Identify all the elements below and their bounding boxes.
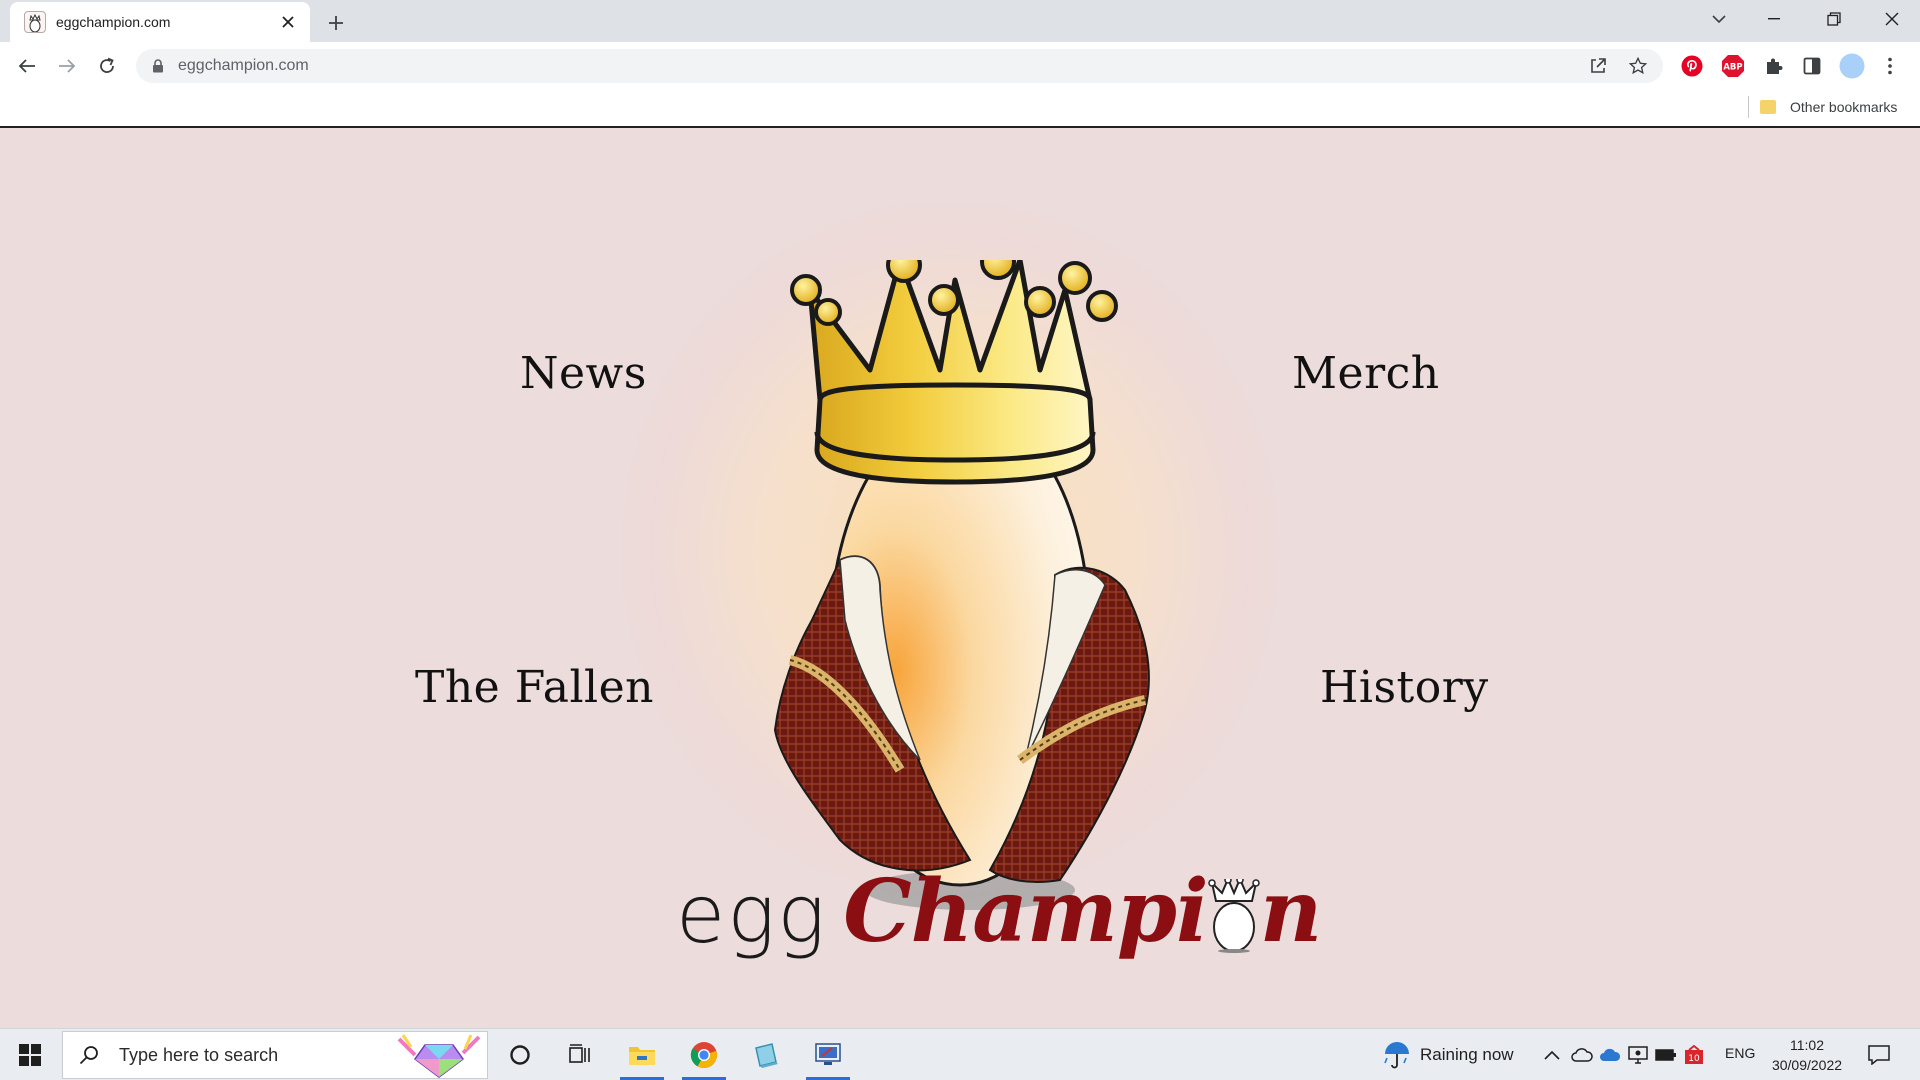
reload-icon[interactable]: [90, 49, 124, 83]
nav-link-merch[interactable]: Merch: [1292, 348, 1440, 399]
clock-time: 11:02: [1790, 1037, 1824, 1053]
display-settings-icon[interactable]: [1626, 1043, 1650, 1067]
brand-egg-text: egg: [676, 868, 828, 961]
egg-champion-page: News Merch The Fallen History egg Champi…: [0, 130, 1920, 1028]
chevron-up-icon[interactable]: [1540, 1043, 1564, 1067]
taskbar-clock[interactable]: 11:02 30/09/2022: [1770, 1035, 1844, 1075]
brand-champion-text: Champi n: [843, 869, 1322, 955]
back-arrow-icon[interactable]: [10, 49, 44, 83]
close-window-icon[interactable]: [1870, 0, 1914, 38]
action-center-icon[interactable]: [1864, 1041, 1894, 1069]
notification-badge-icon[interactable]: 10: [1682, 1043, 1706, 1067]
other-bookmarks-label: Other bookmarks: [1790, 99, 1898, 115]
taskbar-search-box[interactable]: Type here to search: [62, 1031, 488, 1079]
badge-count: 10: [1688, 1054, 1700, 1064]
cortana-circle-icon[interactable]: [492, 1033, 548, 1077]
lock-icon[interactable]: [150, 58, 166, 74]
app-window-icon[interactable]: [738, 1033, 794, 1077]
browser-toolbar: eggchampion.com ABP: [0, 42, 1920, 88]
language-indicator[interactable]: ENG: [1725, 1045, 1755, 1061]
pinterest-icon[interactable]: [1678, 52, 1706, 80]
bookmark-star-icon[interactable]: [1623, 51, 1653, 81]
brand-wordmark: egg Champi n: [676, 845, 1322, 961]
address-bar[interactable]: eggchampion.com: [136, 49, 1663, 83]
tab-strip: eggchampion.com: [0, 0, 1920, 42]
bookmarks-bar: Other bookmarks: [0, 88, 1920, 128]
file-explorer-icon[interactable]: [614, 1033, 670, 1080]
egg-favicon-icon: [24, 11, 46, 33]
minimize-icon[interactable]: [1752, 0, 1796, 38]
windows-taskbar: Type here to search Raining now 10 ENG 1…: [0, 1028, 1920, 1080]
cloud-outline-icon[interactable]: [1570, 1043, 1594, 1067]
url-text[interactable]: eggchampion.com: [178, 57, 1583, 75]
puzzle-extensions-icon[interactable]: [1760, 52, 1788, 80]
weather-widget[interactable]: Raining now: [1382, 1037, 1514, 1073]
tab-title: eggchampion.com: [56, 14, 171, 30]
bookmarks-divider: [1748, 96, 1749, 118]
crowned-egg-o-icon: [1207, 879, 1260, 953]
other-bookmarks-button[interactable]: Other bookmarks: [1760, 94, 1897, 120]
crowned-egg-mascot: [773, 260, 1150, 910]
new-tab-icon[interactable]: [322, 9, 350, 37]
clock-date: 30/09/2022: [1771, 1057, 1843, 1073]
brand-champ-after: n: [1259, 861, 1323, 962]
nav-link-news[interactable]: News: [520, 348, 647, 399]
nav-link-the-fallen[interactable]: The Fallen: [415, 662, 654, 713]
share-icon[interactable]: [1583, 51, 1613, 81]
weather-text: Raining now: [1420, 1045, 1514, 1064]
umbrella-rain-icon: [1384, 1042, 1409, 1069]
kebab-menu-icon[interactable]: [1880, 52, 1900, 80]
tab-search-chevron-icon[interactable]: [1697, 0, 1741, 38]
windows-start-icon[interactable]: [8, 1037, 52, 1073]
brand-champ-before: Champi: [843, 861, 1208, 962]
chrome-icon[interactable]: [676, 1033, 732, 1080]
tab-close-icon[interactable]: [278, 12, 298, 32]
adblock-icon[interactable]: ABP: [1719, 52, 1747, 80]
remote-desktop-icon[interactable]: [800, 1033, 856, 1080]
tab-eggchampion[interactable]: eggchampion.com: [10, 2, 310, 42]
search-placeholder: Type here to search: [119, 1044, 279, 1065]
folder-icon: [1760, 100, 1776, 114]
adblock-label: ABP: [1723, 63, 1742, 73]
side-panel-icon[interactable]: [1798, 52, 1826, 80]
search-icon: [77, 1043, 101, 1067]
restore-icon[interactable]: [1812, 0, 1856, 38]
onedrive-cloud-icon[interactable]: [1598, 1043, 1622, 1067]
search-highlight-gem-icon: [397, 1034, 481, 1078]
profile-avatar-icon[interactable]: [1838, 52, 1866, 80]
forward-arrow-icon[interactable]: [50, 49, 84, 83]
task-view-icon[interactable]: [552, 1033, 608, 1077]
battery-icon[interactable]: [1654, 1043, 1678, 1067]
nav-link-history[interactable]: History: [1320, 662, 1489, 713]
